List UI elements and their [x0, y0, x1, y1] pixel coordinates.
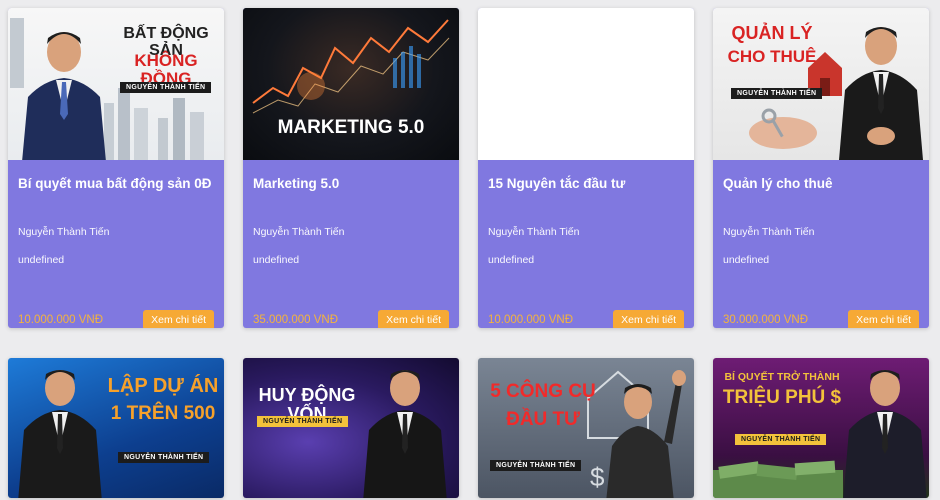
view-details-button[interactable]: Xem chi tiết	[378, 310, 449, 328]
course-title[interactable]: 15 Nguyên tắc đầu tư	[488, 174, 684, 214]
course-extra-info: undefined	[253, 254, 300, 266]
course-thumbnail[interactable]: MARKETING 5.0	[243, 8, 459, 160]
speaker-photo	[22, 32, 106, 160]
course-title[interactable]: Bí quyết mua bất động sản 0Đ	[18, 174, 214, 214]
card-body: Bí quyết mua bất động sản 0Đ Nguyễn Thàn…	[8, 160, 224, 328]
course-extra-info: undefined	[488, 254, 535, 266]
course-price: 10.000.000 VNĐ	[18, 314, 104, 326]
thumbnail-subtitle: TRIỆU PHÚ $	[722, 387, 842, 408]
course-teacher: Nguyễn Thành Tiến	[488, 226, 580, 238]
course-price: 30.000.000 VNĐ	[723, 314, 809, 326]
course-title[interactable]: Quản lý cho thuê	[723, 174, 919, 214]
course-thumbnail[interactable]: BÍ QUYẾT TRỞ THÀNH TRIỆU PHÚ $ NGUYỄN TH…	[713, 358, 929, 498]
thumbnail-title: LẬP DỰ ÁN	[107, 375, 219, 397]
course-thumbnail[interactable]	[478, 8, 694, 160]
thumbnail-title: BÍ QUYẾT TRỞ THÀNH	[724, 371, 840, 383]
course-card[interactable]: 15 Nguyên tắc đầu tư Nguyễn Thành Tiến u…	[478, 8, 694, 328]
course-price: 35.000.000 VNĐ	[253, 314, 339, 326]
view-details-button[interactable]: Xem chi tiết	[613, 310, 684, 328]
course-card[interactable]: $ 5 CÔNG CỤ ĐẦU TƯ NGUYỄN THÀNH TIẾN	[478, 358, 694, 498]
thumbnail-author-tag: NGUYỄN THÀNH TIẾN	[118, 452, 210, 463]
course-thumbnail[interactable]: LẬP DỰ ÁN 1 TRÊN 500 NGUYỄN THÀNH TIẾN	[8, 358, 224, 498]
card-body: Marketing 5.0 Nguyễn Thành Tiến undefine…	[243, 160, 459, 328]
thumbnail-title: QUẢN LÝ	[731, 23, 813, 43]
course-card[interactable]: BÍ QUYẾT TRỞ THÀNH TRIỆU PHÚ $ NGUYỄN TH…	[713, 358, 929, 498]
speaker-photo	[606, 370, 686, 498]
speaker-photo	[843, 370, 927, 498]
course-card[interactable]: MARKETING 5.0 Marketing 5.0 Nguyễn Thành…	[243, 8, 459, 328]
thumbnail-subtitle: ĐẦU TƯ	[506, 409, 580, 430]
course-extra-info: undefined	[18, 254, 65, 266]
course-card[interactable]: LẬP DỰ ÁN 1 TRÊN 500 NGUYỄN THÀNH TIẾN	[8, 358, 224, 498]
thumbnail-author-tag: NGUYỄN THÀNH TIẾN	[120, 82, 212, 93]
course-card[interactable]: HUY ĐỘNG VỐN NGUYỄN THÀNH TIẾN	[243, 358, 459, 498]
view-details-button[interactable]: Xem chi tiết	[143, 310, 214, 328]
thumbnail-subtitle: 1 TRÊN 500	[110, 403, 216, 424]
speaker-photo	[839, 27, 923, 160]
course-thumbnail[interactable]: HUY ĐỘNG VỐN NGUYỄN THÀNH TIẾN	[243, 358, 459, 498]
thumbnail-author-tag: NGUYỄN THÀNH TIẾN	[731, 88, 823, 99]
course-teacher: Nguyễn Thành Tiến	[253, 226, 345, 238]
course-teacher: Nguyễn Thành Tiến	[18, 226, 110, 238]
course-title[interactable]: Marketing 5.0	[253, 174, 449, 214]
card-body: 15 Nguyên tắc đầu tư Nguyễn Thành Tiến u…	[478, 160, 694, 328]
thumbnail-author-tag: NGUYỄN THÀNH TIẾN	[257, 416, 349, 427]
thumbnail-title: 5 CÔNG CỤ	[490, 381, 596, 402]
course-teacher: Nguyễn Thành Tiến	[723, 226, 815, 238]
course-price: 10.000.000 VNĐ	[488, 314, 574, 326]
course-card[interactable]: QUẢN LÝ CHO THUÊ NGUYỄN THÀNH TIẾN Quản …	[713, 8, 929, 328]
svg-text:$: $	[590, 462, 605, 492]
course-thumbnail[interactable]: QUẢN LÝ CHO THUÊ NGUYỄN THÀNH TIẾN	[713, 8, 929, 160]
thumbnail-author-tag: NGUYỄN THÀNH TIẾN	[490, 460, 582, 471]
course-thumbnail[interactable]: BẤT ĐỘNG SẢN KHÔNG ĐỒNG NGUYỄN THÀNH TIẾ…	[8, 8, 224, 160]
thumbnail-title: MARKETING 5.0	[277, 117, 425, 138]
card-body: Quản lý cho thuê Nguyễn Thành Tiến undef…	[713, 160, 929, 328]
view-details-button[interactable]: Xem chi tiết	[848, 310, 919, 328]
course-card[interactable]: BẤT ĐỘNG SẢN KHÔNG ĐỒNG NGUYỄN THÀNH TIẾ…	[8, 8, 224, 328]
speaker-photo	[18, 370, 102, 498]
course-thumbnail[interactable]: $ 5 CÔNG CỤ ĐẦU TƯ NGUYỄN THÀNH TIẾN	[478, 358, 694, 498]
thumbnail-author-tag: NGUYỄN THÀNH TIẾN	[735, 434, 827, 445]
thumbnail-subtitle: CHO THUÊ	[727, 47, 817, 66]
course-extra-info: undefined	[723, 254, 770, 266]
speaker-photo	[363, 370, 447, 498]
